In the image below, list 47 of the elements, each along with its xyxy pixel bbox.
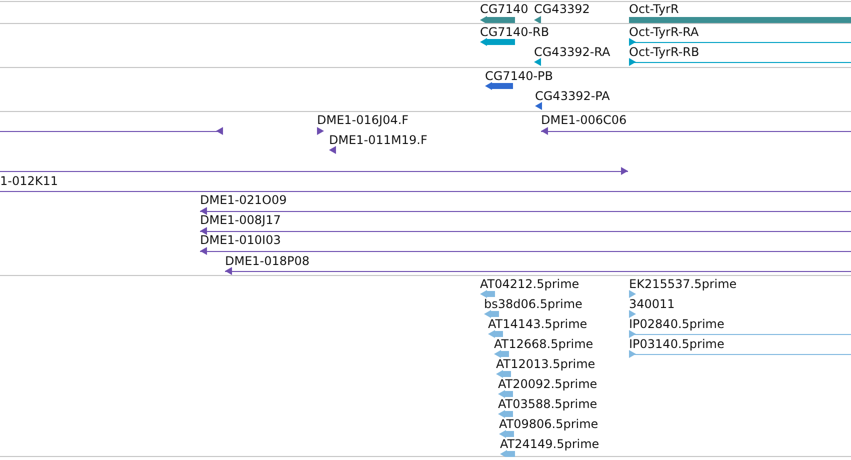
feature-label: AT04212.5prime bbox=[480, 277, 580, 291]
feature-label: IP03140.5prime bbox=[629, 337, 724, 351]
feature-label: DME1-008J17 bbox=[200, 213, 281, 227]
feature-label: DME1-010I03 bbox=[200, 233, 281, 247]
feature-label: CG7140-RB bbox=[480, 25, 550, 39]
feature-label: DME1-011M19.F bbox=[329, 133, 428, 147]
feature-glyph[interactable] bbox=[540, 127, 851, 135]
feature-label: Oct-TyrR-RA bbox=[629, 25, 699, 39]
feature-label: 1-012K11 bbox=[0, 174, 58, 188]
feature-glyph[interactable] bbox=[0, 127, 224, 135]
feature-label: 340011 bbox=[629, 297, 675, 311]
feature-label: CG43392-PA bbox=[535, 89, 610, 103]
feature-label: AT14143.5prime bbox=[488, 317, 588, 331]
feature-label: AT24149.5prime bbox=[500, 437, 600, 451]
feature-label: CG43392-RA bbox=[534, 45, 610, 59]
feature-label: AT09806.5prime bbox=[499, 417, 598, 431]
feature-glyph[interactable] bbox=[200, 227, 851, 235]
feature-glyph[interactable] bbox=[200, 207, 851, 215]
feature-label: CG7140 bbox=[480, 2, 528, 16]
feature-label: DME1-021O09 bbox=[200, 193, 287, 207]
feature-glyph[interactable] bbox=[0, 167, 628, 175]
feature-glyph[interactable] bbox=[480, 38, 515, 46]
feature-glyph[interactable] bbox=[534, 16, 541, 24]
feature-glyph[interactable] bbox=[535, 102, 542, 110]
feature-label: IP02840.5prime bbox=[629, 317, 724, 331]
feature-label: AT03588.5prime bbox=[498, 397, 598, 411]
feature-label: DME1-018P08 bbox=[225, 254, 310, 268]
feature-label: AT12668.5prime bbox=[494, 337, 594, 351]
feature-label: Oct-TyrR-RB bbox=[629, 45, 700, 59]
feature-glyph[interactable] bbox=[534, 58, 541, 66]
feature-label: DME1-006C06 bbox=[541, 113, 627, 127]
feature-label: DME1-016J04.F bbox=[317, 113, 409, 127]
feature-label: Oct-TyrR bbox=[629, 2, 679, 16]
feature-label: CG43392 bbox=[534, 2, 590, 16]
feature-glyph[interactable] bbox=[317, 127, 324, 135]
feature-glyph[interactable] bbox=[628, 38, 851, 46]
feature-glyph[interactable] bbox=[628, 58, 851, 66]
feature-glyph[interactable] bbox=[485, 82, 513, 90]
feature-label: AT12013.5prime bbox=[496, 357, 596, 371]
feature-glyph[interactable] bbox=[200, 247, 851, 255]
feature-label: AT20092.5prime bbox=[498, 377, 598, 391]
feature-glyph[interactable] bbox=[224, 267, 851, 275]
feature-glyph[interactable] bbox=[480, 16, 515, 24]
feature-glyph[interactable] bbox=[329, 146, 336, 154]
feature-label: EK215537.5prime bbox=[629, 277, 737, 291]
feature-label: bs38d06.5prime bbox=[484, 297, 582, 311]
feature-label: CG7140-PB bbox=[485, 69, 554, 83]
